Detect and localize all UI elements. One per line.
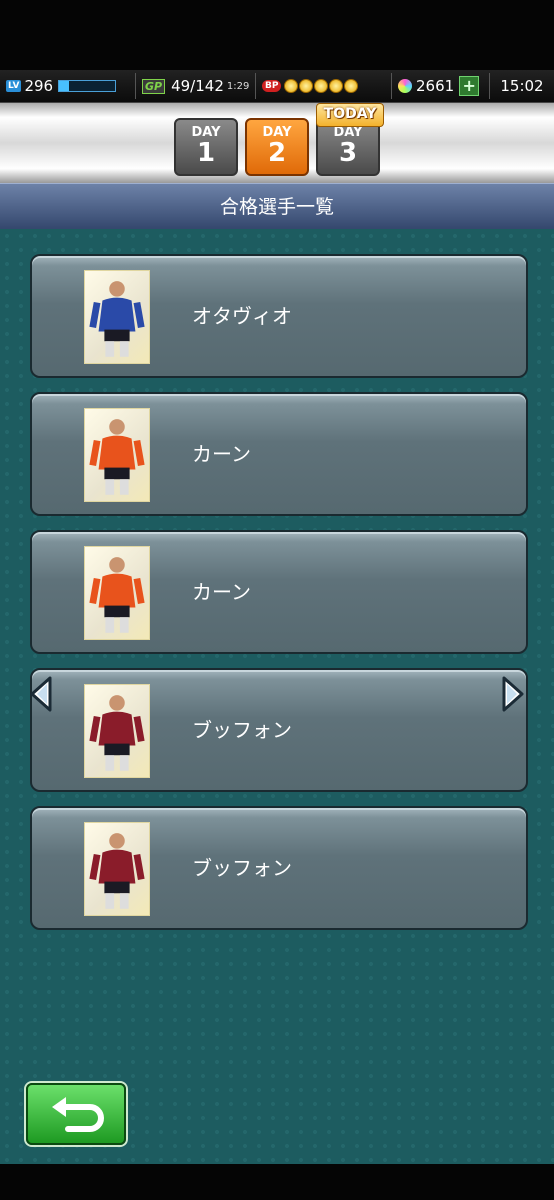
bp-badge: BP bbox=[262, 80, 282, 92]
bp-coin-icon bbox=[314, 79, 329, 93]
player-card-image bbox=[84, 270, 150, 364]
gp-value: 49/142 bbox=[171, 77, 224, 95]
player-name: カーン bbox=[192, 442, 251, 466]
player-figure-icon bbox=[89, 557, 145, 633]
plus-icon[interactable]: + bbox=[459, 76, 480, 96]
player-card[interactable]: ブッフォン bbox=[30, 668, 528, 792]
right-arrow-icon[interactable] bbox=[498, 675, 526, 713]
bottom-black-bar bbox=[0, 1164, 554, 1200]
player-name: カーン bbox=[192, 580, 251, 604]
player-card-image bbox=[84, 684, 150, 778]
gp-section: GP 49/142 1:29 bbox=[136, 73, 256, 99]
player-figure-icon bbox=[89, 281, 145, 357]
bp-section: BP bbox=[256, 73, 392, 99]
level-value: 296 bbox=[24, 77, 54, 95]
player-card[interactable]: オタヴィオ bbox=[30, 254, 528, 378]
player-name: ブッフォン bbox=[192, 856, 292, 880]
clock-section: 15:02 bbox=[490, 73, 554, 99]
day-1-button[interactable]: DAY 1 bbox=[174, 118, 238, 176]
player-figure-icon bbox=[89, 833, 145, 909]
level-progress-fill bbox=[59, 81, 70, 91]
bp-coin-icon bbox=[299, 79, 314, 93]
back-button[interactable] bbox=[26, 1083, 126, 1145]
return-arrow-icon bbox=[52, 1097, 104, 1132]
player-card-image bbox=[84, 546, 150, 640]
player-card-image bbox=[84, 822, 150, 916]
day-selector: DAY 1 DAY 2 DAY 3 bbox=[0, 103, 554, 183]
today-badge: TODAY bbox=[316, 103, 384, 127]
left-arrow-icon[interactable] bbox=[28, 675, 56, 713]
status-bar: LV 296 GP 49/142 1:29 BP 2661 + 15:02 bbox=[0, 70, 554, 103]
player-card-image bbox=[84, 408, 150, 502]
level-section: LV 296 bbox=[0, 73, 136, 99]
player-card[interactable]: ブッフォン bbox=[30, 806, 528, 930]
bp-coin-icon bbox=[284, 79, 299, 93]
player-card[interactable]: カーン bbox=[30, 392, 528, 516]
player-card[interactable]: カーン bbox=[30, 530, 528, 654]
top-black-bar bbox=[0, 0, 554, 70]
gp-timer: 1:29 bbox=[226, 80, 250, 92]
clock: 15:02 bbox=[500, 77, 544, 95]
player-name: ブッフォン bbox=[192, 718, 292, 742]
day-number: 2 bbox=[267, 138, 287, 168]
day-number: 1 bbox=[196, 138, 216, 168]
page-title: 合格選手一覧 bbox=[0, 183, 554, 232]
player-figure-icon bbox=[89, 419, 145, 495]
player-figure-icon bbox=[89, 695, 145, 771]
gem-section: 2661 + bbox=[392, 73, 490, 99]
bp-coins bbox=[284, 79, 359, 93]
gp-badge: GP bbox=[142, 78, 166, 94]
lv-badge: LV bbox=[6, 80, 22, 92]
gem-icon bbox=[398, 79, 412, 93]
level-progress-bar bbox=[58, 80, 117, 92]
day-2-button[interactable]: DAY 2 bbox=[245, 118, 309, 176]
gem-count: 2661 bbox=[416, 77, 455, 95]
day-number: 3 bbox=[338, 138, 358, 168]
player-name: オタヴィオ bbox=[192, 304, 292, 328]
bp-coin-icon bbox=[329, 79, 344, 93]
bp-coin-icon bbox=[344, 79, 359, 93]
